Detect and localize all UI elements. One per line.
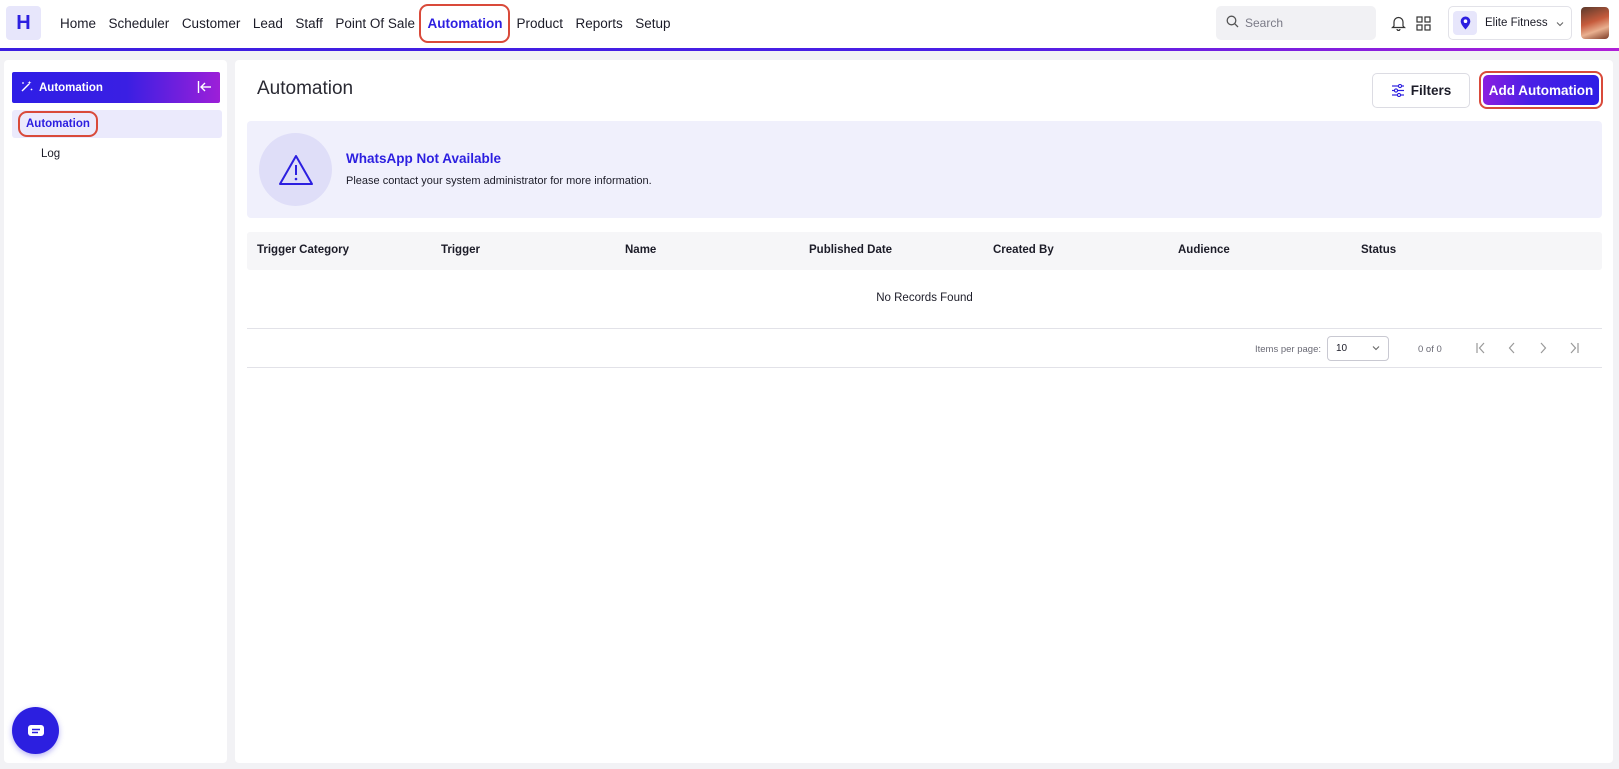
main-nav: Home Scheduler Customer Lead Staff Point… — [60, 0, 683, 46]
column-name[interactable]: Name — [625, 244, 656, 256]
sidebar-item-log[interactable]: Log — [12, 140, 222, 168]
chat-support-button[interactable] — [12, 707, 59, 754]
nav-setup[interactable]: Setup — [635, 16, 670, 31]
column-trigger[interactable]: Trigger — [441, 244, 480, 256]
items-per-page-label: Items per page: — [1255, 344, 1322, 355]
nav-point-of-sale[interactable]: Point Of Sale — [335, 16, 415, 31]
main-panel: Automation Filters Add Automation WhatsA… — [235, 60, 1613, 763]
table-header: Trigger Category Trigger Name Published … — [247, 232, 1602, 270]
empty-state-text: No Records Found — [876, 292, 973, 304]
chat-icon — [27, 724, 44, 736]
sidebar-item-label: Log — [41, 148, 61, 160]
add-automation-button[interactable]: Add Automation — [1483, 75, 1599, 105]
whatsapp-alert: WhatsApp Not Available Please contact yo… — [247, 121, 1602, 218]
nav-lead[interactable]: Lead — [253, 16, 283, 31]
column-created-by[interactable]: Created By — [993, 244, 1054, 256]
last-page-icon[interactable] — [1565, 340, 1581, 356]
column-published-date[interactable]: Published Date — [809, 244, 892, 256]
top-navbar: H Home Scheduler Customer Lead Staff Poi… — [0, 0, 1619, 48]
filter-sliders-icon — [1391, 84, 1404, 97]
nav-reports[interactable]: Reports — [575, 16, 622, 31]
search-input[interactable] — [1245, 16, 1365, 30]
column-trigger-category[interactable]: Trigger Category — [257, 244, 349, 256]
items-per-page-select[interactable]: 10 — [1327, 336, 1389, 361]
divider — [247, 367, 1602, 368]
items-per-page-value: 10 — [1336, 343, 1348, 354]
page-range: 0 of 0 — [1418, 344, 1442, 355]
location-pin-icon — [1453, 11, 1477, 35]
apps-grid-icon[interactable] — [1413, 13, 1433, 33]
column-audience[interactable]: Audience — [1178, 244, 1230, 256]
header-accent-line — [0, 48, 1619, 51]
page-title: Automation — [257, 78, 354, 99]
sidebar-item-automation[interactable]: Automation — [12, 110, 222, 138]
filters-label: Filters — [1410, 83, 1452, 98]
sidebar-title: Automation — [39, 81, 103, 94]
collapse-sidebar-icon[interactable] — [197, 80, 212, 97]
sidebar-item-label: Automation — [18, 111, 98, 137]
next-page-icon[interactable] — [1535, 340, 1551, 356]
search-box[interactable] — [1216, 6, 1376, 40]
nav-scheduler[interactable]: Scheduler — [109, 16, 170, 31]
sidebar-header: Automation — [12, 72, 220, 103]
nav-product[interactable]: Product — [516, 16, 563, 31]
chevron-down-icon — [1555, 17, 1565, 32]
column-status[interactable]: Status — [1361, 244, 1396, 256]
user-avatar[interactable] — [1581, 7, 1609, 39]
location-selector[interactable]: Elite Fitness — [1448, 6, 1572, 40]
bell-icon[interactable] — [1388, 13, 1408, 33]
nav-customer[interactable]: Customer — [182, 16, 241, 31]
divider — [247, 328, 1602, 329]
nav-staff[interactable]: Staff — [295, 16, 323, 31]
first-page-icon[interactable] — [1474, 340, 1490, 356]
warning-icon — [259, 133, 332, 206]
previous-page-icon[interactable] — [1504, 340, 1520, 356]
location-name: Elite Fitness — [1485, 17, 1548, 29]
filters-button[interactable]: Filters — [1372, 73, 1470, 108]
chevron-down-icon — [1371, 343, 1381, 356]
search-icon — [1226, 15, 1239, 31]
alert-title: WhatsApp Not Available — [346, 151, 502, 166]
sidebar: Automation Automation Log — [4, 60, 227, 763]
alert-message: Please contact your system administrator… — [346, 175, 652, 187]
magic-wand-icon — [20, 80, 33, 96]
nav-automation[interactable]: Automation — [419, 3, 511, 43]
nav-home[interactable]: Home — [60, 16, 96, 31]
add-automation-highlight: Add Automation — [1479, 71, 1603, 109]
app-logo[interactable]: H — [6, 6, 41, 40]
